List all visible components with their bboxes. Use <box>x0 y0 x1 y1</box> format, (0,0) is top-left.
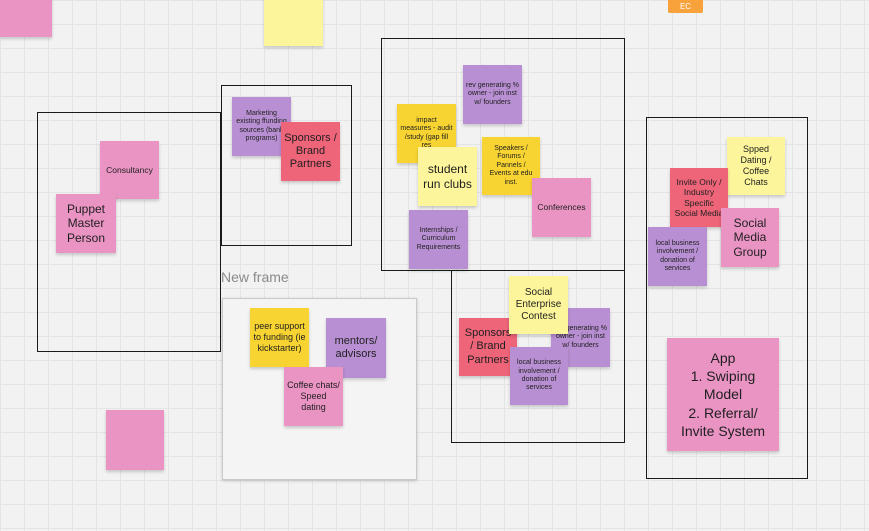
sticky-note-invite-only[interactable]: Invite Only / Industry Specific Social M… <box>670 168 728 227</box>
sticky-note-local-business-a[interactable]: local business involvement / donation of… <box>648 227 707 286</box>
sticky-note-peer-support[interactable]: peer support to funding (ie kickstarter) <box>250 308 309 367</box>
sticky-note-social-media-group[interactable]: Social Media Group <box>721 208 779 267</box>
sticky-note-puppet-master[interactable]: Puppet Master Person <box>56 194 116 253</box>
new-frame-label[interactable]: New frame <box>221 269 289 285</box>
sticky-note-spped-dating[interactable]: Spped Dating / Coffee Chats <box>727 137 785 195</box>
sticky-note-social-enterprise[interactable]: Social Enterprise Contest <box>509 276 568 334</box>
sticky-note-student-clubs[interactable]: student run clubs <box>418 147 477 206</box>
sticky-note-rev-generating-a[interactable]: rev generating % owner - join inst w/ fo… <box>463 65 522 124</box>
sticky-note-app-swiping[interactable]: App 1. Swiping Model 2. Referral/ Invite… <box>667 338 779 451</box>
sticky-note-internships[interactable]: Internships / Curriculum Requirements <box>409 210 468 269</box>
whiteboard-canvas[interactable]: New frame EC Consultancy Puppet Master P… <box>0 0 869 531</box>
sticky-note-consultancy[interactable]: Consultancy <box>100 141 159 199</box>
sticky-note-topleft[interactable] <box>0 0 52 37</box>
sticky-note-sponsors-a[interactable]: Sponsors / Brand Partners <box>281 122 340 181</box>
sticky-note-conferences[interactable]: Conferences <box>532 178 591 237</box>
sticky-note-top[interactable] <box>264 0 323 46</box>
user-badge[interactable]: EC <box>668 0 703 13</box>
sticky-note-local-business-b[interactable]: local business involvement / donation of… <box>510 347 568 405</box>
sticky-note-coffee-chats[interactable]: Coffee chats/ Speed dating <box>284 367 343 426</box>
sticky-note-bottom[interactable] <box>106 410 164 470</box>
